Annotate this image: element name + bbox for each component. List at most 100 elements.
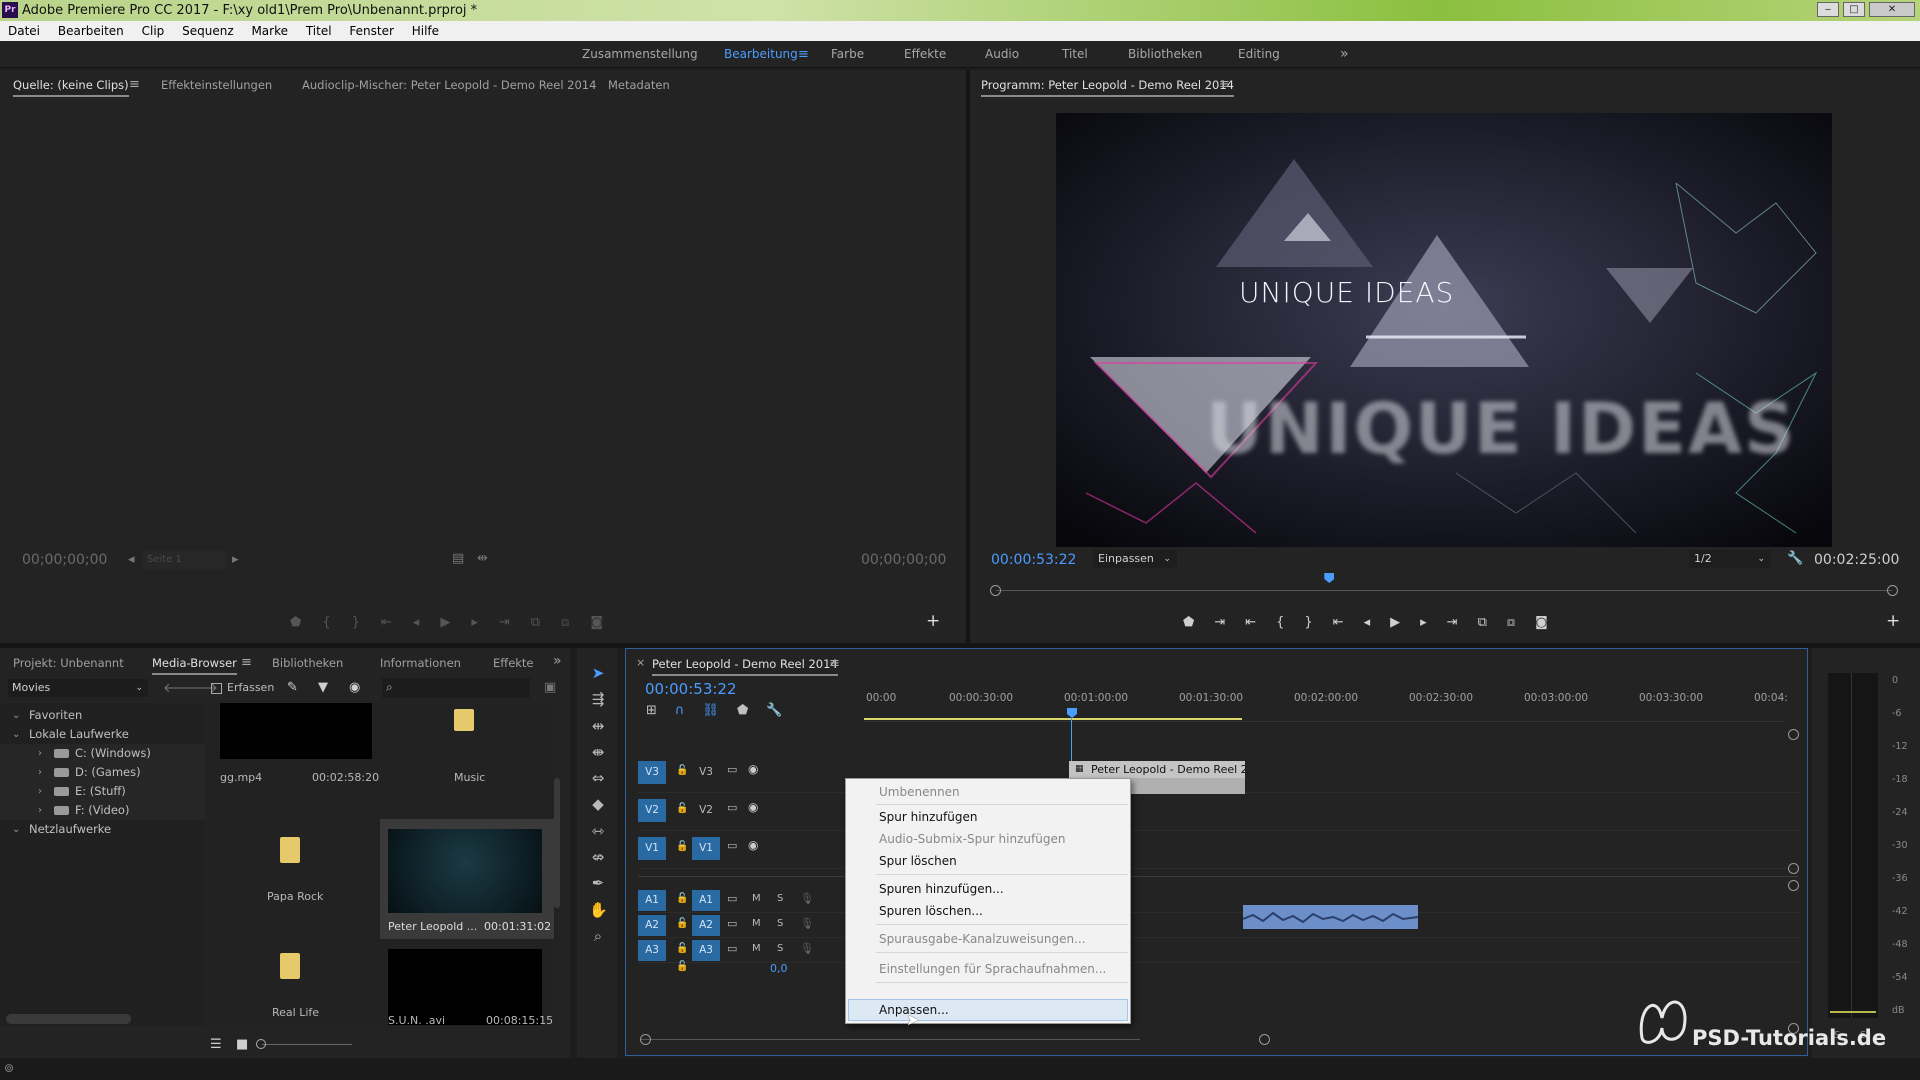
- file-item-gg[interactable]: gg.mp4 00:02:58:20: [210, 703, 380, 823]
- video-clip-v3[interactable]: ▦ Peter Leopold - Demo Reel 2: [1069, 761, 1245, 778]
- lock-icon[interactable]: 🔓: [676, 893, 688, 904]
- search-input[interactable]: ⌕: [382, 678, 530, 698]
- grid-scrollbar[interactable]: [554, 778, 560, 908]
- ripple-edit-tool-icon[interactable]: ⇹: [589, 713, 607, 739]
- source-export-frame-icon[interactable]: ◙: [590, 615, 624, 630]
- lock-icon[interactable]: 🔓: [676, 841, 688, 852]
- close-sequence-icon[interactable]: ×: [636, 656, 645, 669]
- solo-button[interactable]: S: [777, 918, 783, 929]
- mute-button[interactable]: M: [752, 893, 761, 904]
- workspace-audio[interactable]: Audio: [985, 41, 1019, 68]
- tree-arrow-icon[interactable]: ⌄: [12, 725, 20, 744]
- eye-icon[interactable]: ◉: [748, 800, 758, 814]
- tree-arrow-icon[interactable]: ›: [38, 763, 42, 782]
- lock-icon[interactable]: 🔓: [676, 765, 688, 776]
- page-select[interactable]: Seite 1: [143, 551, 226, 569]
- track-source-a1[interactable]: A1: [638, 890, 666, 911]
- tab-project[interactable]: Projekt: Unbenannt: [13, 651, 124, 675]
- menu-sequenz[interactable]: Sequenz: [182, 24, 234, 38]
- file-item-peter-leopold[interactable]: Peter Leopold ... 00:01:31:02: [380, 819, 554, 939]
- voiceover-mic-icon[interactable]: 🎙: [800, 942, 814, 955]
- view-icon[interactable]: ◉: [349, 680, 360, 695]
- media-browser-menu-icon[interactable]: ≡: [241, 655, 252, 670]
- wrench-icon[interactable]: 🔧: [1787, 551, 1803, 566]
- workspace-bearbeitung[interactable]: Bearbeitung: [724, 41, 798, 68]
- hscroll-handle-right[interactable]: [1259, 1034, 1270, 1045]
- program-lift-icon[interactable]: ⧉: [1478, 615, 1507, 630]
- hscroll-handle-left[interactable]: [640, 1034, 651, 1045]
- hand-tool-icon[interactable]: ✋: [589, 897, 608, 923]
- timeline-hscroll-track[interactable]: [640, 1039, 1140, 1040]
- selection-tool-icon[interactable]: ➤: [589, 660, 607, 686]
- menu-item-add-track[interactable]: Spur hinzufügen: [879, 807, 977, 827]
- track-name-a1[interactable]: A1: [692, 890, 720, 911]
- menu-item-voiceover-settings[interactable]: Einstellungen für Sprachaufnahmen...: [879, 959, 1106, 979]
- lock-icon[interactable]: 🔓: [676, 943, 688, 954]
- snap-icon[interactable]: ∩: [675, 703, 703, 718]
- sequence-tab[interactable]: Peter Leopold - Demo Reel 2014: [652, 652, 838, 676]
- eye-icon[interactable]: ◉: [748, 762, 758, 776]
- track-name-v1[interactable]: V1: [692, 837, 720, 860]
- program-playhead[interactable]: [1324, 573, 1335, 583]
- source-mark-in-icon[interactable]: {: [322, 615, 351, 630]
- eye-icon[interactable]: ◉: [748, 838, 758, 852]
- tree-arrow-icon[interactable]: ›: [38, 801, 42, 820]
- file-item-papa-rock[interactable]: Papa Rock: [210, 825, 380, 945]
- tab-audio-clip-mixer[interactable]: Audioclip-Mischer: Peter Leopold - Demo …: [302, 73, 596, 97]
- program-step-fwd-icon[interactable]: ▸: [1420, 615, 1447, 630]
- tab-media-browser[interactable]: Media-Browser: [152, 651, 237, 675]
- add-marker-icon[interactable]: ⬟: [737, 703, 766, 718]
- track-name-a3[interactable]: A3: [692, 940, 720, 961]
- program-go-next-edit-icon[interactable]: ⇤: [1245, 615, 1276, 630]
- sync-lock-icon[interactable]: ▭: [727, 917, 737, 930]
- tree-item[interactable]: ⌄ Netzlaufwerke: [0, 820, 205, 839]
- source-menu-icon[interactable]: ≡: [129, 77, 140, 92]
- master-lock-icon[interactable]: 🔓: [676, 961, 688, 972]
- mute-button[interactable]: M: [752, 943, 761, 954]
- menu-datei[interactable]: Datei: [8, 24, 40, 38]
- program-marker-icon[interactable]: ⬟: [1183, 615, 1214, 630]
- workspace-zusammenstellung[interactable]: Zusammenstellung: [582, 41, 698, 68]
- time-ruler[interactable]: 00:00 00:00:30:00 00:01:00:00 00:01:30:00 00…: [864, 680, 1788, 722]
- tab-libraries[interactable]: Bibliotheken: [272, 651, 343, 675]
- minimize-button[interactable]: ‒: [1817, 2, 1839, 17]
- zoom-handle-right[interactable]: [1887, 585, 1898, 596]
- sync-lock-icon[interactable]: ▭: [727, 839, 737, 852]
- program-mark-in-icon[interactable]: {: [1276, 615, 1304, 630]
- tab-info[interactable]: Informationen: [380, 651, 461, 675]
- prev-page-icon[interactable]: ◂: [128, 552, 135, 567]
- tree-item[interactable]: ⌄ Favoriten: [0, 706, 205, 725]
- file-item-real-life[interactable]: Real Life: [210, 941, 380, 1025]
- sync-lock-icon[interactable]: ▭: [727, 892, 737, 905]
- close-window-button[interactable]: ✕: [1869, 2, 1915, 17]
- zoom-slider-handle[interactable]: [256, 1039, 266, 1049]
- workspace-more-icon[interactable]: »: [1340, 41, 1349, 68]
- sync-lock-icon[interactable]: ▭: [727, 942, 737, 955]
- nest-icon[interactable]: ⊞: [646, 703, 675, 718]
- new-bin-icon[interactable]: ▣: [544, 680, 556, 695]
- zoom-slider-track[interactable]: [262, 1044, 352, 1045]
- fit-select[interactable]: Einpassen ⌄: [1093, 550, 1177, 568]
- track-source-v3[interactable]: V3: [638, 761, 666, 784]
- source-insert-icon[interactable]: ⧉: [531, 615, 561, 630]
- menu-item-add-audio-submix-track[interactable]: Audio-Submix-Spur hinzufügen: [879, 829, 1065, 849]
- tree-arrow-icon[interactable]: ›: [38, 744, 42, 763]
- work-area-bar[interactable]: [864, 718, 1242, 720]
- program-go-prev-edit-icon[interactable]: ⇥: [1214, 615, 1245, 630]
- menu-item-rename[interactable]: Umbenennen: [879, 782, 960, 802]
- tree-item[interactable]: › E: (Stuff): [0, 782, 205, 801]
- ingest-settings-icon[interactable]: ✎: [287, 680, 298, 695]
- lock-icon[interactable]: 🔓: [676, 803, 688, 814]
- source-timecode-in[interactable]: 00;00;00;00: [22, 552, 107, 568]
- track-source-a3[interactable]: A3: [638, 940, 666, 961]
- voiceover-mic-icon[interactable]: 🎙: [800, 917, 814, 930]
- workspace-farbe[interactable]: Farbe: [831, 41, 864, 68]
- project-more-icon[interactable]: »: [553, 649, 562, 673]
- track-source-a2[interactable]: A2: [638, 915, 666, 936]
- program-menu-icon[interactable]: ≡: [1219, 77, 1230, 92]
- track-name-a2[interactable]: A2: [692, 915, 720, 936]
- menu-hilfe[interactable]: Hilfe: [412, 24, 439, 38]
- menu-bearbeiten[interactable]: Bearbeiten: [58, 24, 124, 38]
- source-play-icon[interactable]: ▶: [440, 615, 471, 630]
- menu-clip[interactable]: Clip: [142, 24, 165, 38]
